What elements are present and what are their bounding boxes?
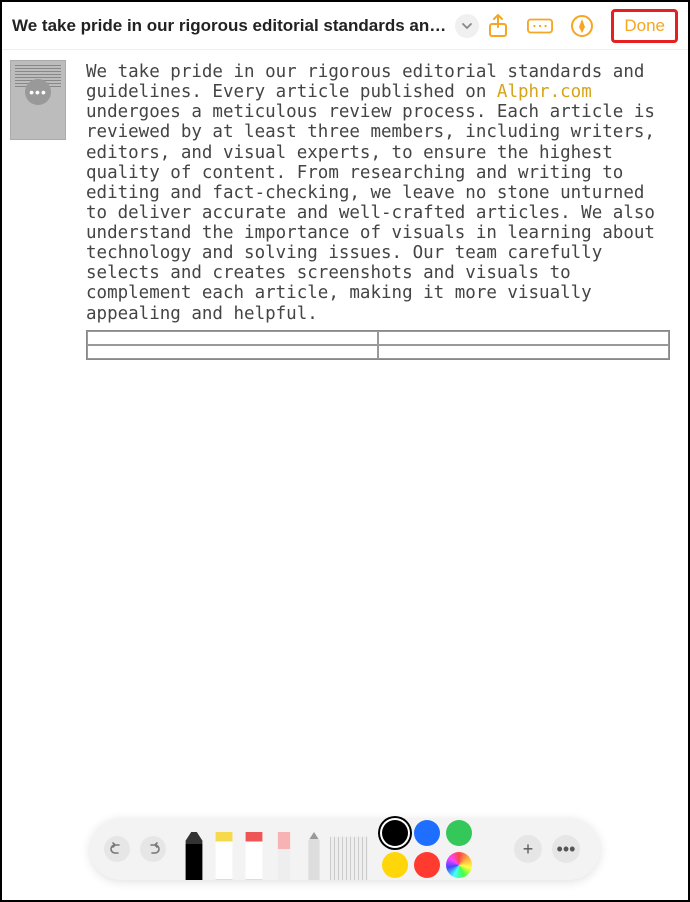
color-swatch-red[interactable] (414, 852, 440, 878)
eraser-tool[interactable] (270, 832, 298, 880)
share-icon (487, 14, 509, 38)
pen-tool[interactable] (180, 832, 208, 880)
ruler-tool[interactable] (330, 832, 368, 880)
color-palette (382, 820, 504, 878)
color-swatch-black[interactable] (382, 820, 408, 846)
sidebar: ••• (2, 50, 74, 900)
header-actions: Done (485, 9, 678, 43)
table-cell[interactable] (87, 331, 378, 345)
markup-pen-button[interactable] (569, 13, 595, 39)
table-cell[interactable] (378, 331, 669, 345)
pencil-tool[interactable] (300, 832, 328, 880)
drawing-tools (176, 818, 372, 880)
doc-link[interactable]: Alphr.com (497, 82, 592, 102)
undo-button[interactable] (104, 836, 130, 862)
title-dropdown-button[interactable] (455, 14, 479, 38)
header: We take pride in our rigorous editorial … (2, 2, 688, 50)
color-swatch-green[interactable] (446, 820, 472, 846)
markup-box-icon (527, 16, 553, 36)
color-picker-button[interactable] (446, 852, 472, 878)
share-button[interactable] (485, 13, 511, 39)
page-thumbnail[interactable]: ••• (10, 60, 66, 140)
color-swatch-blue[interactable] (414, 820, 440, 846)
thumbnail-more-button[interactable]: ••• (25, 79, 51, 105)
title-wrap[interactable]: We take pride in our rigorous editorial … (12, 14, 479, 38)
add-button[interactable]: + (514, 835, 542, 863)
more-button[interactable]: ••• (552, 835, 580, 863)
empty-table[interactable] (86, 330, 670, 360)
chevron-down-icon (461, 20, 473, 32)
redo-button[interactable] (140, 836, 166, 862)
document-body[interactable]: We take pride in our rigorous editorial … (74, 50, 688, 900)
marker-tool[interactable] (240, 832, 268, 880)
history-controls (104, 836, 166, 862)
color-swatch-yellow[interactable] (382, 852, 408, 878)
redo-icon (145, 841, 161, 857)
highlighter-tool[interactable] (210, 832, 238, 880)
table-cell[interactable] (378, 345, 669, 359)
undo-icon (109, 841, 125, 857)
done-button[interactable]: Done (611, 9, 678, 43)
document-title: We take pride in our rigorous editorial … (12, 16, 449, 36)
doc-text-after: undergoes a meticulous review process. E… (86, 102, 655, 323)
pen-circle-icon (570, 14, 594, 38)
markup-toolbar: + ••• (90, 818, 600, 880)
table-cell[interactable] (87, 345, 378, 359)
markup-tools-button[interactable] (527, 13, 553, 39)
content-area: ••• We take pride in our rigorous editor… (2, 50, 688, 900)
